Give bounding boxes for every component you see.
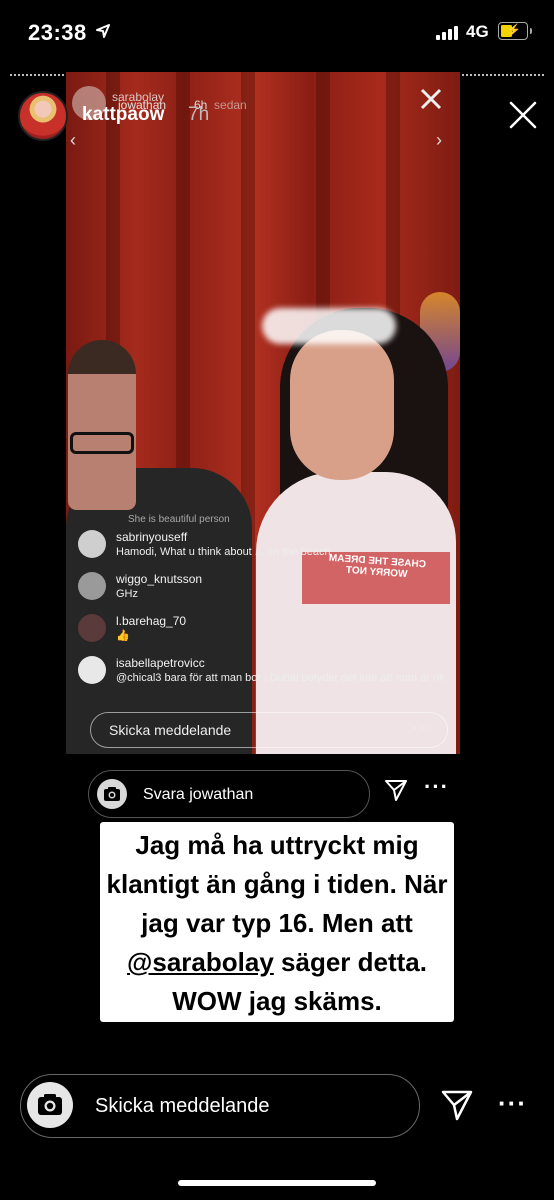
comment-avatar	[78, 614, 106, 642]
embedded-message-input: Skicka meddelande ···	[90, 712, 448, 748]
mention-link[interactable]: @sarabolay	[127, 947, 274, 977]
comment-user: isabellapetrovicc	[116, 656, 205, 670]
story-time: 7h	[188, 104, 210, 125]
embedded-more-icon: ···	[412, 717, 433, 737]
comment-text: @chical3 bara för att man bor i Dubai be…	[116, 672, 445, 684]
comment-avatar	[78, 572, 106, 600]
comment-avatar	[78, 530, 106, 558]
embedded-chevron-left-icon: ‹	[70, 130, 76, 150]
comment-faded-line: She is beautiful person	[128, 514, 230, 525]
story-username[interactable]: kattpaow	[82, 104, 164, 126]
message-input[interactable]: Skicka meddelande	[20, 1074, 420, 1138]
person-woman-face	[290, 330, 394, 480]
reply-more-icon: ···	[424, 774, 449, 799]
comment-user: sabrinyouseff	[116, 530, 188, 544]
signal-icon	[436, 26, 460, 40]
comment-text: 👍	[116, 630, 130, 642]
comment-text: GHz	[116, 588, 138, 600]
reply-send-icon	[385, 780, 407, 801]
comment-item: wiggo_knutsson GHz	[78, 570, 448, 610]
flower-crown-filter	[262, 308, 396, 344]
comment-avatar	[78, 656, 106, 684]
close-icon[interactable]	[508, 100, 538, 130]
comment-item: She is beautiful person sabrinyouseff Ha…	[78, 514, 448, 568]
location-arrow-icon	[96, 24, 110, 38]
avatar[interactable]	[18, 91, 68, 141]
send-icon[interactable]	[440, 1088, 474, 1122]
network-type: 4G	[466, 22, 489, 41]
status-bar: 23:38 4G ⚡	[0, 0, 554, 66]
embedded-close-icon	[420, 88, 442, 110]
home-indicator	[178, 1180, 376, 1186]
battery-icon: ⚡	[498, 22, 532, 40]
embedded-screenshot: CHASE THE DREAM WORRY NOT sarabolay jowa…	[66, 72, 460, 754]
comment-user: l.barehag_70	[116, 614, 187, 628]
caption-box: Jag må ha uttryckt mig klantigt än gång …	[100, 822, 454, 1022]
comment-user: wiggo_knutsson	[116, 572, 203, 586]
more-options-icon[interactable]: ···	[498, 1088, 527, 1119]
glasses	[70, 432, 134, 454]
embedded-chevron-right-icon: ›	[436, 130, 442, 150]
camera-icon	[97, 779, 127, 809]
status-time: 23:38	[28, 20, 87, 45]
comment-item: l.barehag_70 👍	[78, 612, 448, 652]
embedded-comments: She is beautiful person sabrinyouseff Ha…	[78, 514, 448, 710]
person-man-head	[68, 340, 136, 510]
comment-item: isabellapetrovicc @chical3 bara för att …	[78, 654, 448, 708]
comment-text: Hamodi, What u think about ... on the be…	[116, 546, 331, 558]
embedded-input-placeholder: Skicka meddelande	[109, 722, 232, 738]
reply-field: Svara jowathan	[88, 770, 370, 818]
caption-text: Jag må ha uttryckt mig klantigt än gång …	[106, 830, 448, 1016]
camera-icon[interactable]	[27, 1082, 73, 1128]
reply-placeholder: Svara jowathan	[143, 786, 254, 803]
message-placeholder: Skicka meddelande	[95, 1095, 270, 1117]
